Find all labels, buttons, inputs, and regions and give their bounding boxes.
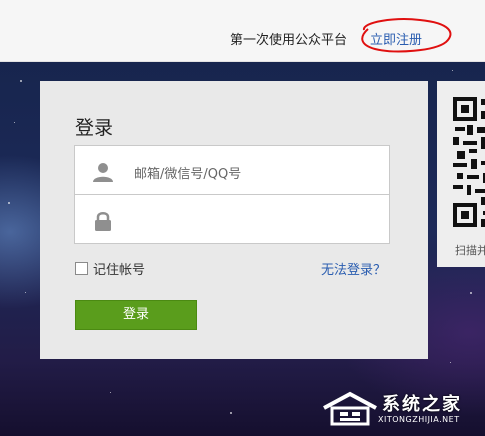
lock-icon <box>95 212 111 231</box>
login-card: 登录 邮箱/微信号/QQ号 记住帐号 无法登录？ 登录 <box>40 81 428 359</box>
user-icon <box>93 163 113 182</box>
qr-caption: 扫描并 <box>455 244 485 257</box>
cant-login-link[interactable]: 无法登录？ <box>321 259 386 278</box>
login-button[interactable]: 登录 <box>75 300 197 330</box>
watermark: 系统之家 XITONGZHIJIA.NET <box>318 384 485 434</box>
first-time-text: 第一次使用公众平台 <box>230 33 348 48</box>
qr-code <box>453 97 485 227</box>
username-field[interactable]: 邮箱/微信号/QQ号 <box>74 145 390 195</box>
watermark-name: 系统之家 <box>382 394 462 415</box>
remember-label: 记住帐号 <box>93 263 146 278</box>
password-field[interactable] <box>74 194 390 244</box>
login-title: 登录 <box>75 117 114 139</box>
watermark-url: XITONGZHIJIA.NET <box>378 415 460 424</box>
remember-account[interactable]: 记住帐号 <box>75 259 145 278</box>
register-link[interactable]: 立即注册 <box>370 29 422 48</box>
qr-card: 扫描并 <box>437 81 485 267</box>
top-bar: 第一次使用公众平台 立即注册 <box>0 0 485 62</box>
remember-checkbox[interactable] <box>75 262 88 275</box>
site-logo-icon <box>323 391 377 426</box>
username-placeholder: 邮箱/微信号/QQ号 <box>134 167 242 182</box>
